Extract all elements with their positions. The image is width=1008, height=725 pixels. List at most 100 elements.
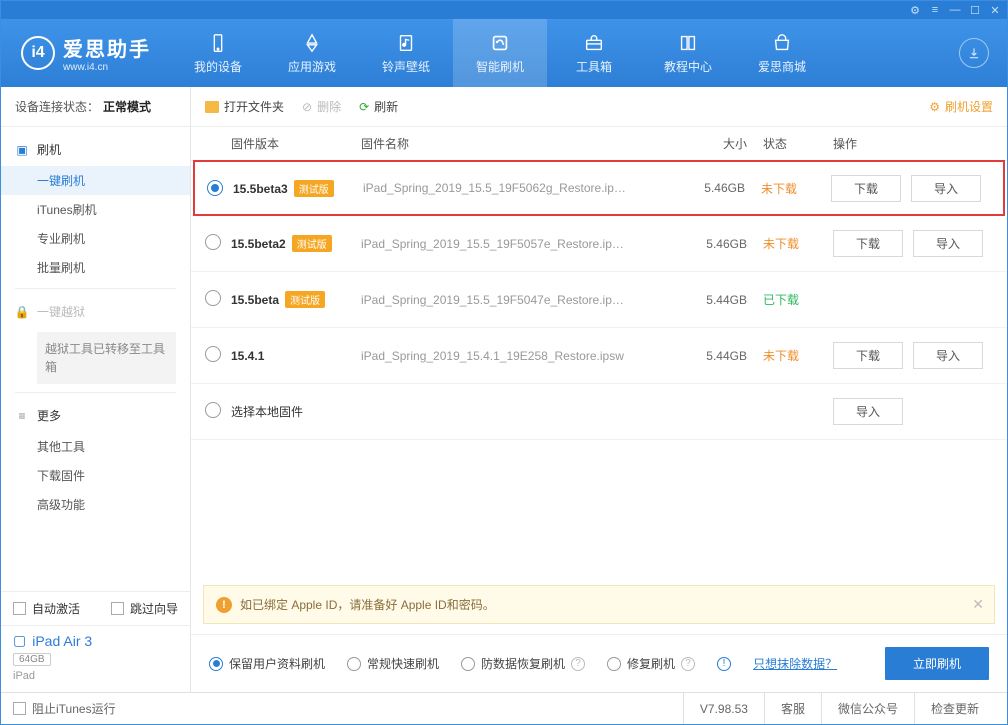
main-panel: 打开文件夹 ⊘ 删除 ⟳ 刷新 ⚙ 刷机设置 固件版本 固件名称 大小 状态 操…: [191, 87, 1007, 692]
option-radio[interactable]: [461, 657, 475, 671]
close-icon[interactable]: ✕: [972, 596, 984, 613]
sidebar-item-batch[interactable]: 批量刷机: [1, 253, 190, 282]
titlebar-close-icon[interactable]: ✕: [989, 4, 1001, 17]
table-row-local[interactable]: 选择本地固件 导入: [191, 384, 1007, 440]
nav-tutorials[interactable]: 教程中心: [641, 19, 735, 87]
row-radio[interactable]: [205, 234, 221, 250]
sidebar-item-oneclick[interactable]: 一键刷机: [1, 166, 190, 195]
support-link[interactable]: 客服: [764, 693, 821, 724]
sidebar-item-itunes[interactable]: iTunes刷机: [1, 195, 190, 224]
device-icon: [207, 32, 229, 54]
nav-toolbox[interactable]: 工具箱: [547, 19, 641, 87]
nav-label: 智能刷机: [476, 58, 524, 75]
flash-mode-option[interactable]: 修复刷机?: [607, 655, 695, 672]
group-label: 一键越狱: [37, 303, 85, 320]
flash-mode-option[interactable]: 防数据恢复刷机?: [461, 655, 585, 672]
sidebar-item-advanced[interactable]: 高级功能: [1, 490, 190, 519]
header: i4 爱思助手 www.i4.cn 我的设备 应用游戏 铃声壁纸 智能刷机 工具…: [1, 19, 1007, 87]
download-button[interactable]: 下载: [833, 342, 903, 369]
download-button[interactable]: 下载: [831, 175, 901, 202]
titlebar-settings-icon[interactable]: ⚙: [909, 4, 921, 17]
titlebar-maximize-icon[interactable]: ☐: [969, 4, 981, 17]
toolbox-icon: [583, 32, 605, 54]
beta-badge: 测试版: [292, 235, 332, 252]
firmware-filename: iPad_Spring_2019_15.5_19F5057e_Restore.i…: [361, 237, 693, 251]
option-radio[interactable]: [347, 657, 361, 671]
row-radio[interactable]: [205, 346, 221, 362]
skip-guide-checkbox[interactable]: [111, 602, 124, 615]
import-button[interactable]: 导入: [913, 230, 983, 257]
btn-label: 刷机设置: [945, 98, 993, 115]
sidebar-group-more[interactable]: ≡ 更多: [1, 399, 190, 432]
group-label: 更多: [37, 407, 61, 424]
sidebar-item-pro[interactable]: 专业刷机: [1, 224, 190, 253]
row-radio[interactable]: [205, 290, 221, 306]
download-icon: [967, 46, 981, 60]
sidebar: 设备连接状态： 正常模式 ▣ 刷机 一键刷机 iTunes刷机 专业刷机 批量刷…: [1, 87, 191, 692]
sidebar-group-flash[interactable]: ▣ 刷机: [1, 133, 190, 166]
option-radio[interactable]: [607, 657, 621, 671]
erase-only-link[interactable]: 只想抹除数据？: [753, 655, 837, 672]
titlebar-minimize-icon[interactable]: —: [949, 4, 961, 16]
flash-settings-button[interactable]: ⚙ 刷机设置: [929, 98, 993, 115]
block-itunes-checkbox[interactable]: [13, 702, 26, 715]
table-row[interactable]: 15.5beta2测试版 iPad_Spring_2019_15.5_19F50…: [191, 216, 1007, 272]
start-flash-button[interactable]: 立即刷机: [885, 647, 989, 680]
refresh-button[interactable]: ⟳ 刷新: [359, 98, 398, 115]
help-icon[interactable]: !: [717, 657, 731, 671]
firmware-size: 5.46GB: [693, 237, 763, 251]
help-icon[interactable]: ?: [571, 657, 585, 671]
firmware-filename: iPad_Spring_2019_15.5_19F5062g_Restore.i…: [363, 181, 691, 195]
flash-mode-option[interactable]: 常规快速刷机: [347, 655, 439, 672]
option-label: 常规快速刷机: [367, 655, 439, 672]
sidebar-item-other[interactable]: 其他工具: [1, 432, 190, 461]
toolbar: 打开文件夹 ⊘ 删除 ⟳ 刷新 ⚙ 刷机设置: [191, 87, 1007, 127]
help-icon[interactable]: ?: [681, 657, 695, 671]
titlebar-menu-icon[interactable]: ≡: [929, 4, 941, 16]
row-radio[interactable]: [207, 180, 223, 196]
nav-apps[interactable]: 应用游戏: [265, 19, 359, 87]
downloads-button[interactable]: [959, 38, 989, 68]
logo-icon: i4: [21, 36, 55, 70]
import-button[interactable]: 导入: [913, 342, 983, 369]
nav-flash[interactable]: 智能刷机: [453, 19, 547, 87]
option-radio[interactable]: [209, 657, 223, 671]
import-button[interactable]: 导入: [833, 398, 903, 425]
wechat-link[interactable]: 微信公众号: [821, 693, 914, 724]
nav-label: 教程中心: [664, 58, 712, 75]
th-state: 状态: [763, 135, 833, 152]
firmware-version: 15.5beta: [231, 293, 279, 307]
firmware-state: 已下载: [763, 291, 833, 308]
row-radio[interactable]: [205, 402, 221, 418]
import-button[interactable]: 导入: [911, 175, 981, 202]
th-name: 固件名称: [361, 135, 693, 152]
firmware-size: 5.44GB: [693, 293, 763, 307]
table-row[interactable]: 15.5beta测试版 iPad_Spring_2019_15.5_19F504…: [191, 272, 1007, 328]
statusbar: 阻止iTunes运行 V7.98.53 客服 微信公众号 检查更新: [1, 692, 1007, 724]
btn-label: 刷新: [374, 98, 398, 115]
btn-label: 删除: [317, 98, 341, 115]
table-row[interactable]: 15.5beta3测试版 iPad_Spring_2019_15.5_19F50…: [193, 160, 1005, 216]
device-name[interactable]: ▢ iPad Air 3: [13, 632, 178, 649]
connection-status: 设备连接状态： 正常模式: [1, 87, 190, 127]
nav-label: 爱思商城: [758, 58, 806, 75]
flash-icon: [489, 32, 511, 54]
th-ops: 操作: [833, 135, 993, 152]
th-size: 大小: [693, 135, 763, 152]
nav-label: 工具箱: [576, 58, 612, 75]
check-update-link[interactable]: 检查更新: [914, 693, 995, 724]
nav-ringtones[interactable]: 铃声壁纸: [359, 19, 453, 87]
download-button[interactable]: 下载: [833, 230, 903, 257]
conn-value: 正常模式: [103, 98, 151, 115]
auto-activate-label: 自动激活: [32, 600, 80, 617]
nav-label: 应用游戏: [288, 58, 336, 75]
flash-mode-option[interactable]: 保留用户资料刷机: [209, 655, 325, 672]
sidebar-item-download-fw[interactable]: 下载固件: [1, 461, 190, 490]
notice-text: 如已绑定 Apple ID，请准备好 Apple ID和密码。: [240, 596, 495, 613]
nav-my-device[interactable]: 我的设备: [171, 19, 265, 87]
logo-subtitle: www.i4.cn: [63, 62, 151, 73]
nav-store[interactable]: 爱思商城: [735, 19, 829, 87]
auto-activate-checkbox[interactable]: [13, 602, 26, 615]
open-folder-button[interactable]: 打开文件夹: [205, 98, 284, 115]
table-row[interactable]: 15.4.1 iPad_Spring_2019_15.4.1_19E258_Re…: [191, 328, 1007, 384]
